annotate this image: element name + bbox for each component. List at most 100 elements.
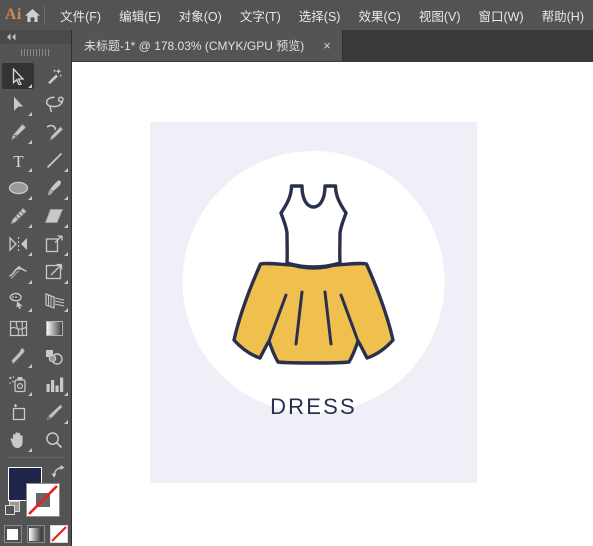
artboard-tool[interactable] <box>0 398 36 426</box>
tool-flyout-indicator <box>64 224 68 228</box>
type-tool[interactable]: T <box>0 146 36 174</box>
scale-tool[interactable] <box>36 230 72 258</box>
curvature-pen-icon <box>45 123 64 141</box>
paintbrush-icon <box>45 179 63 197</box>
hand-tool[interactable] <box>0 426 36 454</box>
tool-flyout-indicator <box>64 420 68 424</box>
paintbrush-tool[interactable] <box>36 174 72 202</box>
column-graph-tool[interactable] <box>36 370 72 398</box>
none-mode-button[interactable] <box>49 525 68 543</box>
mesh-icon <box>9 320 28 337</box>
close-icon[interactable]: × <box>318 37 336 54</box>
menu-select[interactable]: 选择(S) <box>290 3 350 28</box>
eraser-icon <box>44 208 64 224</box>
bar-chart-icon <box>45 376 64 393</box>
shaper-tool[interactable] <box>0 202 36 230</box>
tool-flyout-indicator <box>64 196 68 200</box>
app-logo: Ai <box>4 6 22 23</box>
tool-flyout-indicator <box>28 392 32 396</box>
artboard[interactable]: DRESS <box>150 122 477 483</box>
menu-edit[interactable]: 编辑(E) <box>110 3 170 28</box>
tool-flyout-indicator <box>64 168 68 172</box>
default-fill-stroke-icon[interactable] <box>5 501 20 521</box>
magic-wand-icon <box>45 67 63 85</box>
tool-flyout-indicator <box>64 252 68 256</box>
stroke-swatch[interactable] <box>26 483 60 517</box>
tool-flyout-indicator <box>28 112 32 116</box>
pen-tool[interactable] <box>0 118 36 146</box>
curvature-tool[interactable] <box>36 118 72 146</box>
artwork-label[interactable]: DRESS <box>150 394 477 420</box>
direct-selection-tool[interactable] <box>0 90 36 118</box>
tool-flyout-indicator <box>28 448 32 452</box>
swap-fill-stroke-icon[interactable] <box>51 465 65 483</box>
gradient-icon <box>45 320 64 337</box>
toolbar-divider <box>7 457 64 458</box>
menu-help[interactable]: 帮助(H) <box>533 3 593 28</box>
dress-illustration[interactable] <box>150 122 477 483</box>
direct-selection-arrow-icon <box>13 96 24 112</box>
width-tool[interactable] <box>0 258 36 286</box>
tool-flyout-indicator <box>64 308 68 312</box>
color-mode-button[interactable] <box>3 525 22 543</box>
panel-drag-handle[interactable] <box>0 44 71 60</box>
slice-tool[interactable] <box>36 398 72 426</box>
shaper-pencil-icon <box>9 207 28 225</box>
symbol-sprayer-icon <box>8 375 28 393</box>
selection-arrow-icon <box>12 67 25 85</box>
type-t-icon: T <box>11 152 26 169</box>
collapse-panel-button[interactable] <box>0 30 71 44</box>
menu-view[interactable]: 视图(V) <box>410 3 470 28</box>
width-icon <box>8 264 28 281</box>
menu-object[interactable]: 对象(O) <box>170 3 231 28</box>
menu-file[interactable]: 文件(F) <box>51 3 110 28</box>
tool-flyout-indicator <box>64 280 68 284</box>
lasso-tool[interactable] <box>36 90 72 118</box>
no-color-slash-icon <box>28 485 58 515</box>
no-color-slash-icon <box>50 526 67 542</box>
tools-panel: T <box>0 30 72 546</box>
lasso-icon <box>45 95 64 113</box>
perspective-grid-icon <box>44 292 65 309</box>
free-transform-tool[interactable] <box>36 258 72 286</box>
mesh-tool[interactable] <box>0 314 36 342</box>
blend-tool[interactable] <box>36 342 72 370</box>
tool-grid: T <box>0 60 71 454</box>
document-canvas[interactable]: DRESS <box>72 62 593 546</box>
home-icon[interactable] <box>23 0 42 30</box>
eraser-tool[interactable] <box>36 202 72 230</box>
color-mode-buttons <box>0 525 71 543</box>
document-tab-bar: 未标题-1* @ 178.03% (CMYK/GPU 预览) × <box>0 30 593 62</box>
menu-effect[interactable]: 效果(C) <box>349 3 409 28</box>
reflect-rotate-icon <box>8 236 29 252</box>
gradient-mode-button[interactable] <box>26 525 45 543</box>
tool-flyout-indicator <box>28 280 32 284</box>
symbol-sprayer-tool[interactable] <box>0 370 36 398</box>
line-segment-tool[interactable] <box>36 146 72 174</box>
line-icon <box>46 152 63 169</box>
illustrator-window: Ai 文件(F) 编辑(E) 对象(O) 文字(T) 选择(S) 效果(C) 视… <box>0 0 593 546</box>
document-tab[interactable]: 未标题-1* @ 178.03% (CMYK/GPU 预览) × <box>72 30 343 61</box>
ellipse-tool[interactable] <box>0 174 36 202</box>
menu-type[interactable]: 文字(T) <box>231 3 290 28</box>
magnifier-icon <box>45 431 63 449</box>
perspective-grid-tool[interactable] <box>36 286 72 314</box>
selection-tool[interactable] <box>0 62 36 90</box>
rotate-tool[interactable] <box>0 230 36 258</box>
shape-builder-tool[interactable] <box>0 286 36 314</box>
ellipse-icon <box>8 180 29 196</box>
menu-window[interactable]: 窗口(W) <box>470 3 533 28</box>
shape-builder-icon <box>8 291 28 309</box>
menu-bar: Ai 文件(F) 编辑(E) 对象(O) 文字(T) 选择(S) 效果(C) 视… <box>0 0 593 30</box>
eyedropper-tool[interactable] <box>0 342 36 370</box>
document-tab-label: 未标题-1* @ 178.03% (CMYK/GPU 预览) <box>84 39 305 53</box>
gradient-tool[interactable] <box>36 314 72 342</box>
svg-text:T: T <box>13 152 24 169</box>
magic-wand-tool[interactable] <box>36 62 72 90</box>
eyedropper-icon <box>9 347 27 365</box>
grip-dots-icon <box>20 48 51 56</box>
tool-flyout-indicator <box>28 168 32 172</box>
zoom-tool[interactable] <box>36 426 72 454</box>
tool-flyout-indicator <box>28 84 32 88</box>
tool-flyout-indicator <box>28 140 32 144</box>
